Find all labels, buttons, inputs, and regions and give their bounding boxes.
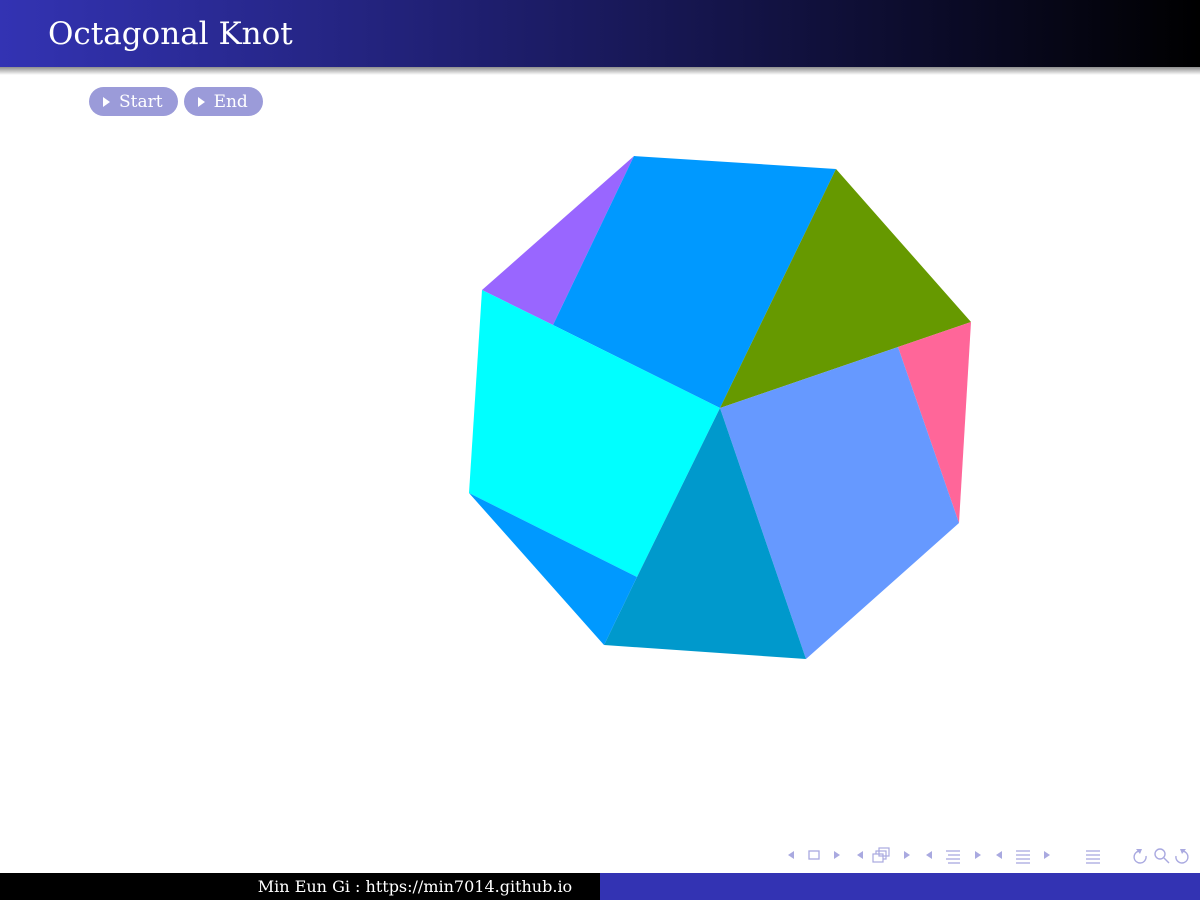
footer-bar: Min Eun Gi : https://min7014.github.io <box>0 873 1200 900</box>
appendix-nav-icon[interactable] <box>1086 850 1100 864</box>
beamer-navigation-symbols <box>788 847 1189 864</box>
back-forward-search-icon[interactable] <box>1133 848 1189 864</box>
slide: Octagonal Knot Start End Min Eun Gi: ht… <box>0 0 1200 900</box>
footer-author-text: Min Eun Gi : https://min7014.github.io <box>257 877 573 896</box>
frame-nav-icon[interactable] <box>788 850 840 860</box>
subsection-nav-icon[interactable] <box>857 847 910 863</box>
octagonal-knot-figure <box>469 156 971 659</box>
section-nav-icon[interactable] <box>926 850 981 864</box>
document-nav-icon[interactable] <box>996 850 1050 864</box>
